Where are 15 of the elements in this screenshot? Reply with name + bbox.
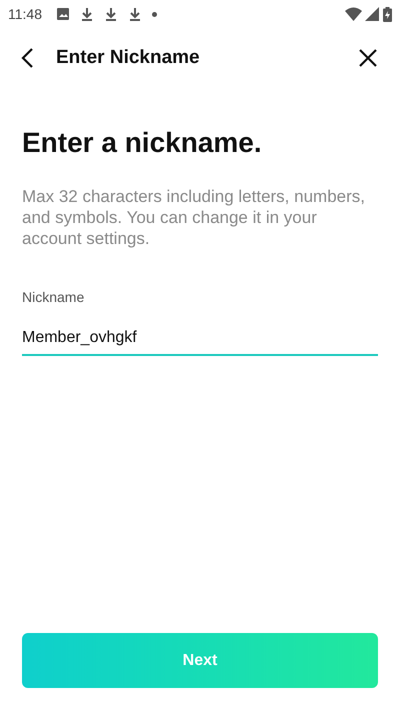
- close-button[interactable]: [358, 48, 378, 68]
- signal-icon: [365, 7, 379, 21]
- image-icon: [56, 7, 70, 21]
- battery-icon: [383, 6, 392, 22]
- status-time: 11:48: [8, 4, 42, 24]
- nickname-input-field[interactable]: Member_ovhgkf: [22, 322, 378, 356]
- download-icon: [104, 7, 118, 21]
- dot-icon: [152, 12, 157, 16]
- download-icon: [128, 7, 142, 21]
- header-title: Enter Nickname: [56, 46, 200, 70]
- field-label: Nickname: [22, 288, 86, 307]
- wifi-icon: [345, 7, 362, 21]
- page-heading: Enter a nickname.: [22, 126, 263, 160]
- download-icon: [80, 7, 94, 21]
- description-text: Max 32 characters including letters, numbers, and symbols. You can change it in your account settings.: [22, 186, 366, 249]
